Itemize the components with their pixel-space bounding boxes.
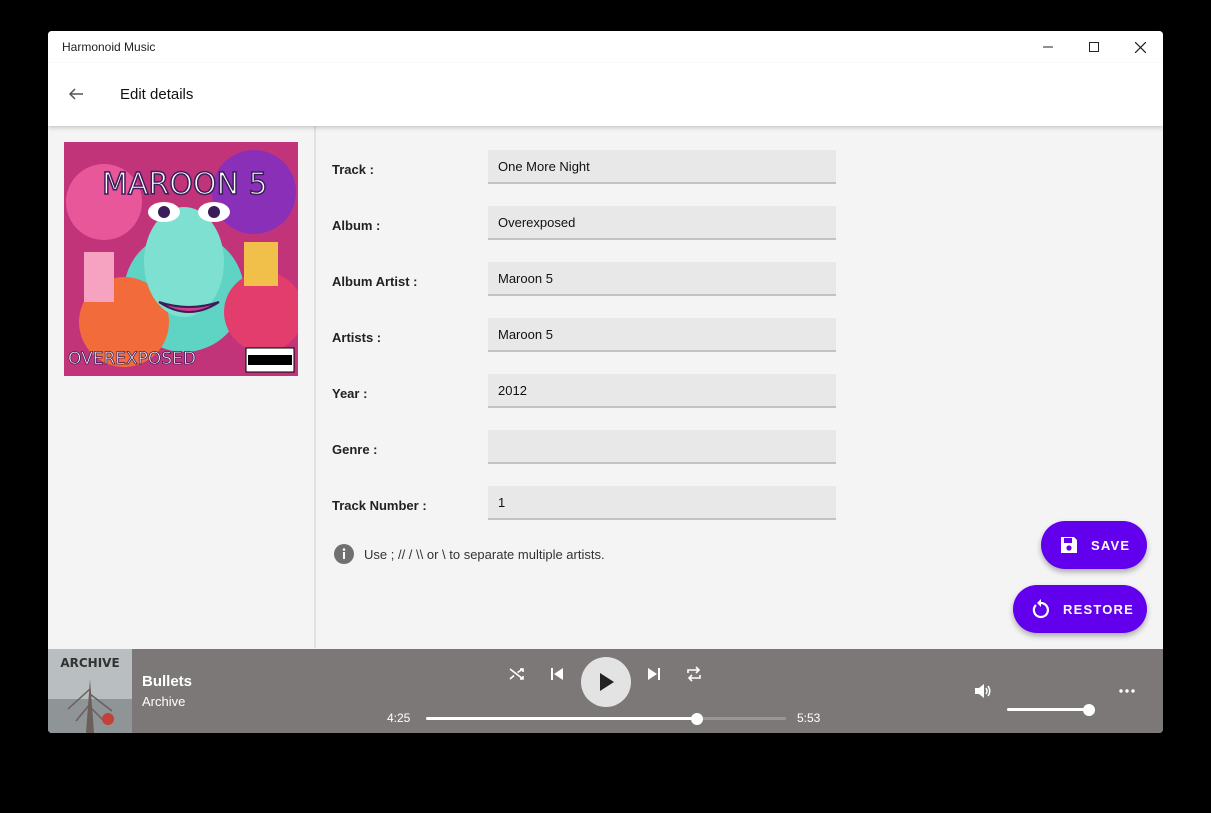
- album-artist-field[interactable]: [488, 262, 836, 296]
- edit-form: Track : Album : Album Artist : Artists :…: [316, 126, 1163, 648]
- save-label: SAVE: [1091, 537, 1131, 553]
- now-playing-artist: Archive: [142, 694, 186, 709]
- minimize-button[interactable]: [1025, 31, 1071, 63]
- seek-progress: [426, 717, 698, 720]
- artists-field[interactable]: [488, 318, 836, 352]
- track-field[interactable]: [488, 150, 836, 184]
- volume-button[interactable]: [971, 679, 995, 703]
- skip-previous-icon: [551, 668, 563, 680]
- track-number-field[interactable]: [488, 486, 836, 520]
- play-button[interactable]: [581, 657, 631, 707]
- album-artist-label: Album Artist :: [332, 274, 418, 289]
- page-header: Edit details: [48, 63, 1163, 126]
- next-button[interactable]: [642, 662, 666, 686]
- app-title: Harmonoid Music: [62, 40, 156, 54]
- current-time: 4:25: [387, 711, 411, 725]
- maximize-icon: [1089, 42, 1099, 52]
- close-icon: [1134, 41, 1146, 53]
- seek-thumb[interactable]: [691, 712, 704, 725]
- album-field[interactable]: [488, 206, 836, 240]
- year-label: Year :: [332, 386, 368, 401]
- info-icon: [334, 544, 354, 564]
- now-playing-title: Bullets: [142, 673, 193, 690]
- restore-label: RESTORE: [1063, 601, 1135, 617]
- volume-level: [1007, 708, 1090, 711]
- seek-bar[interactable]: [426, 712, 786, 725]
- track-number-label: Track Number :: [332, 498, 427, 513]
- repeat-icon: [687, 666, 701, 682]
- maximize-button[interactable]: [1071, 31, 1117, 63]
- restore-icon: [1032, 599, 1049, 619]
- total-time: 5:53: [797, 711, 821, 725]
- shuffle-icon: [509, 668, 524, 680]
- art-label: ARCHIVE: [60, 656, 119, 670]
- minimize-icon: [1043, 46, 1053, 48]
- track-label: Track :: [332, 162, 374, 177]
- arrow-back-icon: [68, 88, 83, 100]
- genre-field[interactable]: [488, 430, 836, 464]
- artist-separator-hint: Use ; // / \\ or \ to separate multiple …: [334, 544, 605, 564]
- now-playing-art[interactable]: ARCHIVE: [48, 649, 132, 733]
- volume-icon: [975, 684, 991, 698]
- close-button[interactable]: [1117, 31, 1163, 63]
- genre-label: Genre :: [332, 442, 378, 457]
- repeat-button[interactable]: [682, 662, 706, 686]
- restore-button[interactable]: RESTORE: [1013, 585, 1147, 633]
- year-field[interactable]: [488, 374, 836, 408]
- more-icon: [1119, 689, 1135, 693]
- now-playing-bar: ARCHIVE Bullets Archive 4:25 5:53: [48, 649, 1163, 733]
- volume-thumb[interactable]: [1083, 703, 1096, 716]
- album-art-panel: MAROON 5 OVEREXPOSED: [48, 126, 316, 648]
- shuffle-button[interactable]: [505, 662, 529, 686]
- previous-button[interactable]: [545, 662, 569, 686]
- hint-text: Use ; // / \\ or \ to separate multiple …: [364, 546, 605, 562]
- skip-next-icon: [648, 668, 660, 680]
- title-bar: Harmonoid Music: [48, 31, 1163, 63]
- page-title: Edit details: [120, 86, 194, 103]
- app-window: Harmonoid Music Edit details MAROON 5 OV…: [48, 31, 1163, 733]
- save-icon: [1061, 537, 1077, 553]
- album-name-art: OVEREXPOSED: [68, 349, 196, 369]
- more-options-button[interactable]: [1115, 679, 1139, 703]
- album-label: Album :: [332, 218, 381, 233]
- save-button[interactable]: SAVE: [1041, 521, 1147, 569]
- back-button[interactable]: [62, 80, 90, 108]
- volume-slider[interactable]: [1007, 703, 1096, 716]
- artists-label: Artists :: [332, 330, 382, 345]
- album-cover: MAROON 5 OVEREXPOSED: [64, 142, 298, 376]
- play-icon: [600, 673, 614, 691]
- band-name-art: MAROON 5: [102, 167, 268, 202]
